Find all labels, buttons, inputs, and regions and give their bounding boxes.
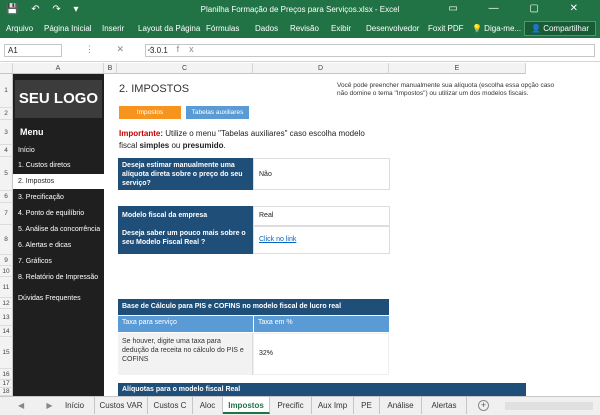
add-sheet-button[interactable]: + — [478, 400, 489, 411]
row-header[interactable]: 3 — [0, 120, 13, 145]
row-header[interactable]: 5 — [0, 157, 13, 191]
tab-desenvolvedor[interactable]: Desenvolvedor — [366, 24, 419, 33]
sheet-tab-bar: ◀ ▶ … Início Custos VAR Custos C Aloc Im… — [0, 396, 600, 415]
row-header[interactable]: 2 — [0, 108, 13, 120]
deducao-label: Se houver, digite uma taxa para dedução … — [118, 333, 253, 375]
formula-input[interactable]: 3.0.1 — [145, 44, 595, 57]
share-button[interactable]: 👤 Compartilhar — [524, 21, 596, 36]
tell-me-box[interactable]: 💡 Diga-me... — [472, 24, 521, 33]
column-header-e[interactable]: E — [389, 63, 526, 74]
column-header-taxa-pct: Taxa em % — [253, 316, 389, 332]
base-calculo-title: Base de Cálculo para PIS e COFINS no mod… — [118, 299, 389, 315]
sheet-tab-aloc[interactable]: Aloc — [193, 397, 223, 414]
sheet-tab-analise[interactable]: Análise — [380, 397, 422, 414]
sidebar-item-ponto-equilibrio[interactable]: 4. Ponto de equilíbrio — [13, 206, 104, 221]
tab-inserir[interactable]: Inserir — [102, 24, 124, 33]
sheet-tab-alertas[interactable]: Alertas — [422, 397, 467, 414]
row-header[interactable]: 6 — [0, 191, 13, 203]
sidebar-item-precificacao[interactable]: 3. Precificação — [13, 190, 104, 205]
column-header-c[interactable]: C — [117, 63, 253, 74]
select-all-corner[interactable] — [0, 63, 13, 74]
question-manual-rate: Deseja estimar manualmente uma alíquota … — [118, 158, 253, 190]
important-simples: simples — [139, 141, 170, 150]
window-controls[interactable]: ▭ — ▢ ✕ — [448, 3, 592, 14]
sidebar-item-impostos[interactable]: 2. Impostos — [13, 174, 104, 189]
sheet-tab-precific[interactable]: Precific — [270, 397, 312, 414]
sidebar-item-inicio[interactable]: Início — [13, 143, 104, 158]
info-note: Você pode preencher manualmente sua alíq… — [337, 82, 555, 97]
question-fiscal-model: Modelo fiscal da empresa — [118, 206, 253, 226]
answer-fiscal-model[interactable]: Real — [253, 206, 390, 226]
sheet-tab-inicio[interactable]: Início — [55, 397, 95, 414]
tab-formulas[interactable]: Fórmulas — [206, 24, 239, 33]
tab-dados[interactable]: Dados — [255, 24, 278, 33]
row-header[interactable]: 14 — [0, 326, 13, 337]
row-header[interactable]: 17 — [0, 380, 13, 388]
company-logo: SEU LOGO — [15, 80, 102, 118]
sheet-tab-custos-var[interactable]: Custos VAR — [95, 397, 148, 414]
tab-pagina-inicial[interactable]: Página Inicial — [44, 24, 92, 33]
row-header[interactable]: 8 — [0, 225, 13, 255]
column-header-taxa: Taxa para serviço — [118, 316, 253, 332]
menu-title: Menu — [20, 127, 44, 137]
tab-exibir[interactable]: Exibir — [331, 24, 351, 33]
ribbon-tabs: Arquivo Página Inicial Inserir Layout da… — [0, 19, 600, 38]
sidebar-item-analise-concorrencia[interactable]: 5. Análise da concorrência — [13, 222, 104, 237]
row-header[interactable]: 13 — [0, 309, 13, 326]
sidebar-item-duvidas[interactable]: Dúvidas Frequentes — [13, 291, 104, 306]
formula-bar: A1 ⋮ ✕ ✓ fx 3.0.1 — [0, 38, 600, 62]
page-title: 2. IMPOSTOS — [119, 83, 190, 95]
important-or: ou — [169, 141, 183, 150]
sidebar-item-alertas-dicas[interactable]: 6. Alertas e dicas — [13, 238, 104, 253]
question-learn-more: Deseja saber um pouco mais sobre o seu M… — [118, 226, 253, 254]
row-header[interactable]: 11 — [0, 277, 13, 298]
title-bar: 💾 ↶ ↷ ▾ Planilha Formação de Preços para… — [0, 0, 600, 19]
column-header-d[interactable]: D — [253, 63, 389, 74]
important-end: . — [223, 141, 226, 150]
impostos-button[interactable]: Impostos — [119, 106, 181, 119]
important-note: Importante: Utilize o menu "Tabelas auxi… — [119, 128, 374, 152]
tabelas-auxiliares-button[interactable]: Tabelas auxiliares — [186, 106, 249, 119]
important-presumido: presumido — [182, 141, 224, 150]
tab-layout[interactable]: Layout da Página — [138, 24, 200, 33]
tab-revisao[interactable]: Revisão — [290, 24, 319, 33]
answer-manual-rate[interactable]: Não — [253, 158, 390, 190]
column-header-b[interactable]: B — [104, 63, 117, 74]
row-header[interactable]: 18 — [0, 388, 13, 396]
aliquotas-title: Alíquotas para o modelo fiscal Real — [118, 383, 526, 396]
sidebar-item-custos-diretos[interactable]: 1. Custos diretos — [13, 158, 104, 173]
sheet-tab-custos-c[interactable]: Custos C — [148, 397, 193, 414]
name-box[interactable]: A1 — [4, 44, 62, 57]
tab-foxit[interactable]: Foxit PDF — [428, 24, 464, 33]
deducao-value[interactable]: 32% — [253, 333, 389, 375]
learn-more-link[interactable]: Click no link — [253, 226, 390, 254]
sidebar-item-relatorio[interactable]: 8. Relatório de Impressão — [13, 270, 104, 285]
sheet-tab-pe[interactable]: PE — [354, 397, 380, 414]
row-header[interactable]: 16 — [0, 369, 13, 380]
row-header[interactable]: 4 — [0, 145, 13, 157]
horizontal-scrollbar[interactable] — [505, 402, 593, 410]
important-label: Importante: — [119, 129, 163, 138]
row-header[interactable]: 7 — [0, 203, 13, 225]
sidebar-item-graficos[interactable]: 7. Gráficos — [13, 254, 104, 269]
row-header[interactable]: 9 — [0, 255, 13, 266]
row-header[interactable]: 1 — [0, 74, 13, 108]
tab-arquivo[interactable]: Arquivo — [6, 24, 33, 33]
sheet-tab-aux-imp[interactable]: Aux Imp — [312, 397, 354, 414]
column-header-a[interactable]: A — [13, 63, 104, 74]
row-header[interactable]: 12 — [0, 298, 13, 309]
row-header[interactable]: 15 — [0, 337, 13, 369]
sheet-tab-impostos[interactable]: Impostos — [223, 397, 270, 414]
row-header[interactable]: 10 — [0, 266, 13, 277]
